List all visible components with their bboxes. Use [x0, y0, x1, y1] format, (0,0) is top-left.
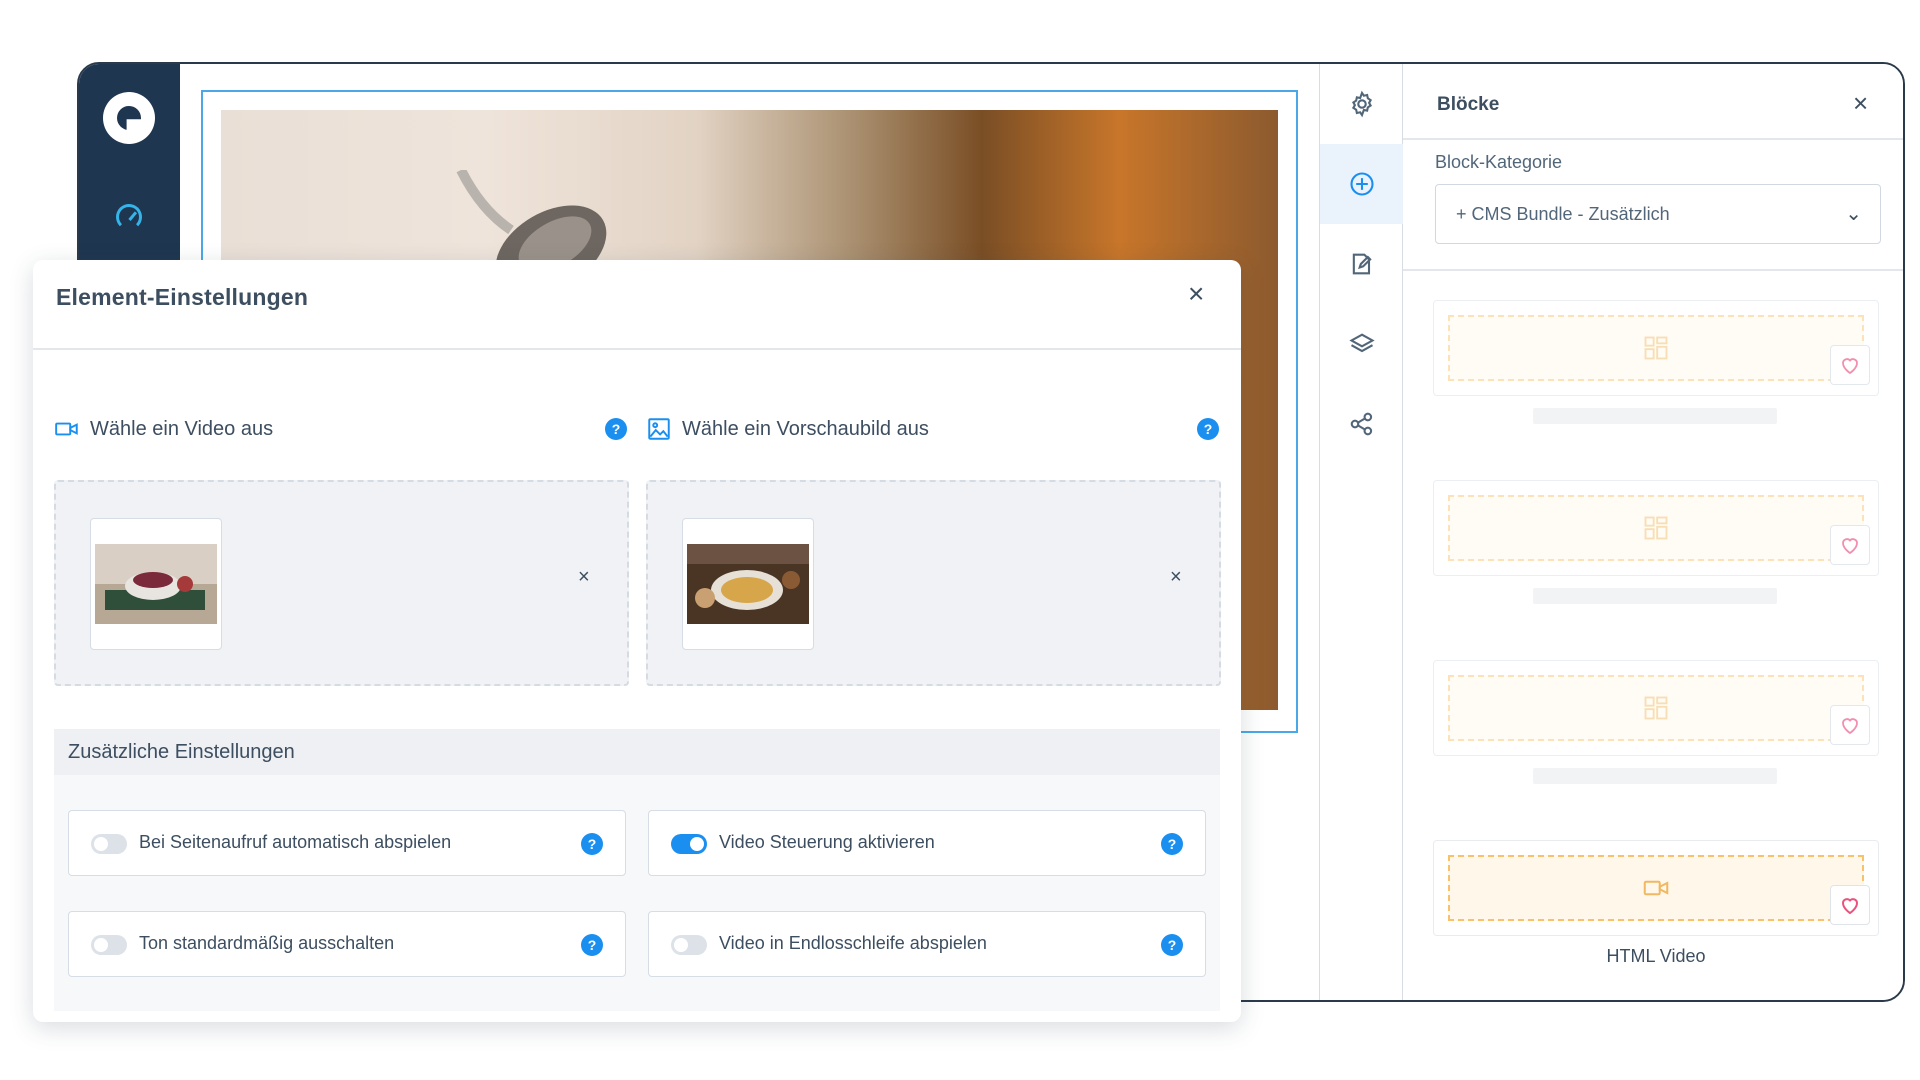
divider [1403, 269, 1903, 271]
block-preview [1448, 855, 1864, 921]
additional-settings-header: Zusätzliche Einstellungen [54, 729, 1220, 775]
video-thumbnail-image [95, 544, 217, 624]
help-icon[interactable]: ? [605, 418, 627, 440]
heart-icon [1842, 538, 1858, 555]
layers-icon [1349, 333, 1375, 353]
share-icon [1350, 412, 1373, 436]
preview-select-label: Wähle ein Vorschaubild aus [646, 416, 929, 442]
video-controls-label: Video Steuerung aktivieren [719, 832, 935, 852]
gear-icon [1351, 90, 1373, 118]
heart-icon [1841, 898, 1859, 915]
autoplay-label: Bei Seitenaufruf automatisch abspielen [139, 832, 452, 852]
help-icon[interactable]: ? [1161, 833, 1183, 855]
blocks-panel: Blöcke × Block-Kategorie + CMS Bundle - … [1403, 64, 1903, 1000]
mute-toggle[interactable] [91, 935, 127, 955]
autoplay-option[interactable]: Bei Seitenaufruf automatisch abspielen ? [68, 810, 626, 876]
heart-icon [1842, 358, 1858, 375]
html-video-block-card[interactable] [1433, 840, 1879, 936]
block-preview [1448, 495, 1864, 561]
video-controls-option[interactable]: Video Steuerung aktivieren ? [648, 810, 1206, 876]
video-camera-icon [1643, 880, 1669, 896]
add-blocks-tool[interactable] [1320, 144, 1404, 224]
block-category-select[interactable]: + CMS Bundle - Zusätzlich ⌄ [1435, 184, 1881, 244]
preview-image-upload-area[interactable]: × [646, 480, 1221, 686]
edit-icon [1352, 253, 1372, 275]
plus-circle-icon [1350, 172, 1374, 196]
blocks-panel-title: Blöcke [1437, 94, 1500, 115]
divider [33, 348, 1241, 350]
loop-label: Video in Endlosschleife abspielen [719, 933, 987, 953]
blocks-close-icon[interactable]: × [1853, 88, 1868, 119]
remove-preview-icon[interactable]: × [1170, 566, 1182, 589]
modal-title: Element-Einstellungen [56, 284, 309, 310]
help-icon[interactable]: ? [1161, 934, 1183, 956]
layers-tool[interactable] [1320, 304, 1404, 384]
preview-image-thumbnail[interactable] [682, 518, 814, 650]
share-tool[interactable] [1320, 384, 1404, 464]
edit-tool[interactable] [1320, 224, 1404, 304]
layout-icon [1644, 336, 1668, 360]
help-icon[interactable]: ? [581, 934, 603, 956]
loop-toggle[interactable] [671, 935, 707, 955]
video-select-text: Wähle ein Video aus [90, 417, 274, 440]
video-controls-toggle[interactable] [671, 834, 707, 854]
divider [1403, 138, 1903, 140]
help-icon[interactable]: ? [581, 833, 603, 855]
shopware-logo[interactable] [103, 92, 155, 144]
block-preview-card[interactable] [1433, 480, 1879, 576]
preview-select-text: Wähle ein Vorschaubild aus [682, 417, 929, 440]
block-name: HTML Video [1606, 946, 1706, 966]
block-preview [1448, 675, 1864, 741]
layout-icon [1644, 516, 1668, 540]
block-preview-card[interactable] [1433, 660, 1879, 756]
favorite-button[interactable] [1830, 525, 1870, 565]
video-thumbnail[interactable] [90, 518, 222, 650]
favorite-button[interactable] [1830, 345, 1870, 385]
autoplay-toggle[interactable] [91, 834, 127, 854]
favorite-button[interactable] [1830, 705, 1870, 745]
block-category-value: + CMS Bundle - Zusätzlich [1456, 203, 1670, 224]
additional-settings-body: Bei Seitenaufruf automatisch abspielen ?… [54, 775, 1220, 1011]
dashboard-icon[interactable] [116, 204, 142, 230]
block-preview [1448, 315, 1864, 381]
block-category-label: Block-Kategorie [1435, 152, 1563, 172]
element-settings-modal: Element-Einstellungen × Wähle ein Video … [33, 260, 1241, 1022]
mute-option[interactable]: Ton standardmäßig ausschalten ? [68, 911, 626, 977]
image-icon [648, 418, 670, 440]
layout-icon [1644, 696, 1668, 720]
block-name-placeholder [1533, 768, 1777, 784]
block-name-placeholder [1533, 408, 1777, 424]
modal-close-icon[interactable]: × [1188, 278, 1204, 310]
block-preview-card[interactable] [1433, 300, 1879, 396]
heart-icon [1842, 718, 1858, 735]
block-name-placeholder [1533, 588, 1777, 604]
video-select-label: Wähle ein Video aus [54, 416, 273, 442]
loop-option[interactable]: Video in Endlosschleife abspielen ? [648, 911, 1206, 977]
settings-tool[interactable] [1320, 64, 1404, 144]
chevron-down-icon: ⌄ [1845, 203, 1862, 225]
favorite-button[interactable] [1830, 885, 1870, 925]
mute-label: Ton standardmäßig ausschalten [139, 933, 395, 953]
video-upload-area[interactable]: × [54, 480, 629, 686]
remove-video-icon[interactable]: × [578, 566, 590, 589]
cms-tool-strip [1319, 64, 1404, 1000]
help-icon[interactable]: ? [1197, 418, 1219, 440]
video-camera-icon [55, 422, 78, 436]
preview-image [687, 544, 809, 624]
